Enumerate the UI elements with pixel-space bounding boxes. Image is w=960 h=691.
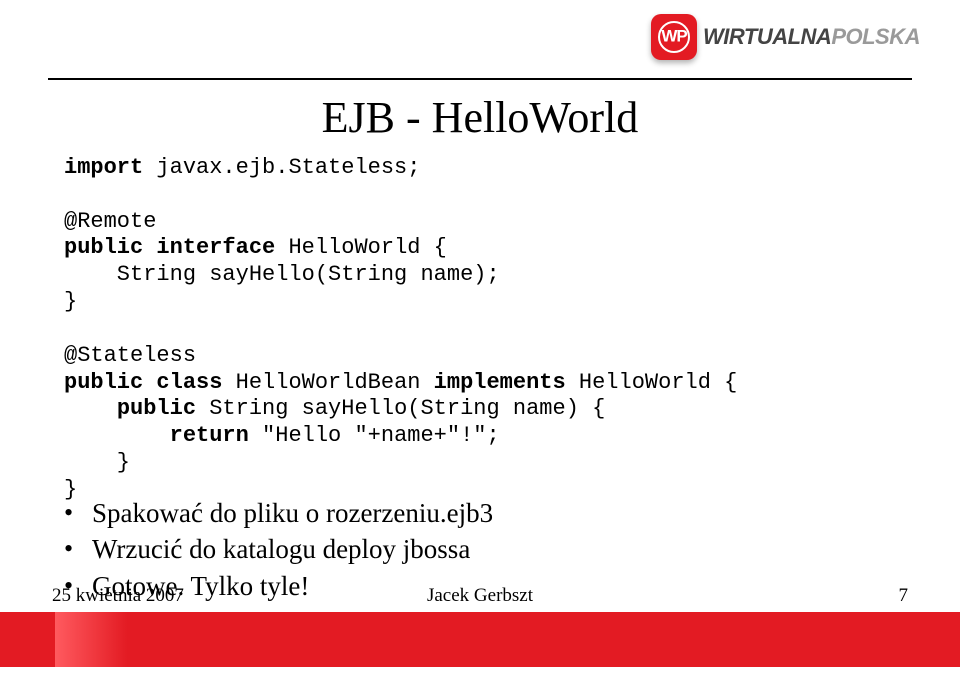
code-annotation: @Remote	[64, 209, 156, 234]
code-text: HelloWorldBean	[222, 370, 433, 395]
code-keyword: implements	[434, 370, 566, 395]
code-keyword: return	[170, 423, 249, 448]
code-annotation: @Stateless	[64, 343, 196, 368]
code-keyword: import	[64, 155, 143, 180]
code-text: javax.ejb.Stateless;	[143, 155, 420, 180]
code-text: HelloWorld {	[275, 235, 447, 260]
code-text: "Hello "+name+"!";	[249, 423, 500, 448]
code-keyword: class	[156, 370, 222, 395]
code-keyword: public	[117, 396, 196, 421]
footer-accent-strip	[55, 612, 960, 667]
code-text: String sayHello(String name);	[64, 262, 500, 287]
slide: WIRTUALNAPOLSKA EJB - HelloWorld import …	[0, 0, 960, 691]
code-text: }	[64, 289, 77, 314]
footer-accent-block	[0, 612, 55, 667]
code-text	[143, 370, 156, 395]
footer-page: 7	[899, 585, 909, 607]
code-block: import javax.ejb.Stateless; @Remote publ…	[64, 155, 896, 504]
brand-text: WIRTUALNAPOLSKA	[703, 24, 920, 50]
code-text	[143, 235, 156, 260]
bullet-text: Wrzucić do katalogu deploy jbossa	[92, 531, 470, 567]
code-text	[64, 396, 117, 421]
brand-right: POLSKA	[831, 24, 920, 49]
header-rule	[48, 78, 912, 80]
footer-author: Jacek Gerbszt	[0, 585, 960, 607]
wp-badge-icon	[651, 14, 697, 60]
bullet-icon: •	[64, 531, 92, 566]
brand-logo: WIRTUALNAPOLSKA	[651, 14, 920, 60]
code-keyword: public	[64, 235, 143, 260]
code-text	[64, 423, 170, 448]
bullet-text: Spakować do pliku o rozerzeniu.ejb3	[92, 495, 493, 531]
list-item: • Wrzucić do katalogu deploy jbossa	[64, 531, 896, 567]
code-text: }	[64, 450, 130, 475]
brand-left: WIRTUALNA	[703, 24, 831, 49]
code-text: HelloWorld {	[566, 370, 738, 395]
bullet-icon: •	[64, 495, 92, 530]
list-item: • Spakować do pliku o rozerzeniu.ejb3	[64, 495, 896, 531]
code-keyword: interface	[156, 235, 275, 260]
code-text: String sayHello(String name) {	[196, 396, 605, 421]
slide-title: EJB - HelloWorld	[0, 92, 960, 143]
code-keyword: public	[64, 370, 143, 395]
